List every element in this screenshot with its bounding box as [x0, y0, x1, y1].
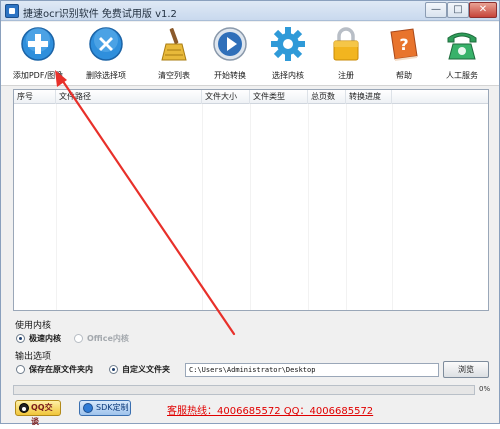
column-header-path[interactable]: 文件路径 [56, 90, 202, 104]
column-header-pages[interactable]: 总页数 [308, 90, 346, 104]
custom-folder-label[interactable]: 自定义文件夹 [122, 364, 170, 375]
qq-icon [19, 403, 29, 413]
tool-label: 添加PDF/图像 [12, 71, 64, 80]
human-service-button[interactable]: 人工服务 [431, 22, 493, 86]
browse-button[interactable]: 浏览 [443, 361, 489, 378]
add-pdf-image-button[interactable]: 添加PDF/图像 [7, 22, 69, 86]
column-header-type[interactable]: 文件类型 [250, 90, 308, 104]
qq-chat-label: QQ交谈 [31, 403, 53, 426]
service-hotline-link[interactable]: 客服热线：4006685572 QQ：4006685572 [167, 402, 373, 417]
select-kernel-button[interactable]: 选择内核 [257, 22, 319, 86]
tool-label: 选择内核 [272, 71, 304, 80]
column-divider [56, 104, 57, 310]
help-book-icon: ? [390, 28, 418, 61]
register-button[interactable]: 注册 [315, 22, 377, 86]
delete-icon [89, 27, 123, 61]
custom-folder-radio[interactable] [109, 365, 118, 374]
broom-icon [161, 28, 187, 61]
kernel-section-label: 使用内核 [15, 321, 52, 331]
kernel-fast-label[interactable]: 极速内核 [29, 333, 61, 344]
phone-icon [447, 32, 477, 60]
output-path-field[interactable]: C:\Users\Administrator\Desktop [185, 363, 439, 377]
maximize-button[interactable]: □ [447, 2, 469, 18]
tool-label: 人工服务 [446, 71, 478, 80]
delete-selected-button[interactable]: 删除选择项 [75, 22, 137, 86]
gear-icon [271, 27, 305, 61]
column-divider [392, 104, 393, 310]
sdk-icon [83, 403, 93, 413]
app-window: 捷速ocr识别软件 免费试用版 v1.2 — □ ✕ 添加PDF/图像 删除选择… [0, 0, 500, 426]
qq-chat-button[interactable]: QQ交谈 [15, 400, 61, 426]
tool-label: 注册 [338, 71, 354, 80]
close-button[interactable]: ✕ [469, 2, 497, 18]
column-divider [250, 104, 251, 310]
help-button[interactable]: ? 帮助 [373, 22, 435, 86]
add-icon [21, 27, 55, 61]
save-original-folder-radio[interactable] [16, 365, 25, 374]
lock-icon [333, 27, 359, 61]
kernel-office-label: Office内核 [87, 334, 129, 343]
play-icon [213, 27, 247, 61]
title-bar[interactable]: 捷速ocr识别软件 免费试用版 v1.2 — □ ✕ [1, 1, 499, 21]
clear-list-button[interactable]: 清空列表 [143, 22, 205, 86]
file-list-table[interactable]: 序号 文件路径 文件大小 文件类型 总页数 转换进度 [13, 89, 489, 311]
svg-text:?: ? [399, 35, 408, 54]
kernel-fast-radio[interactable] [16, 334, 25, 343]
tool-label: 清空列表 [158, 71, 190, 80]
start-convert-button[interactable]: 开始转换 [199, 22, 261, 86]
column-divider [346, 104, 347, 310]
conversion-progress-bar [13, 385, 475, 395]
window-title: 捷速ocr识别软件 免费试用版 v1.2 [23, 9, 177, 20]
table-header: 序号 文件路径 文件大小 文件类型 总页数 转换进度 [14, 90, 488, 104]
sdk-custom-button[interactable]: SDK定制 [79, 400, 131, 416]
kernel-office-radio [74, 334, 83, 343]
output-section-label: 输出选项 [15, 352, 52, 362]
save-original-folder-label[interactable]: 保存在原文件夹内 [29, 364, 93, 375]
app-logo-icon [5, 4, 19, 18]
column-header-size[interactable]: 文件大小 [202, 90, 250, 104]
column-header-index[interactable]: 序号 [14, 90, 56, 104]
toolbar: 添加PDF/图像 删除选择项 清空列表 开始转换 选择内核 注册 ? 帮助 人工… [1, 22, 499, 86]
tool-label: 帮助 [396, 71, 412, 80]
tool-label: 开始转换 [214, 71, 246, 80]
minimize-button[interactable]: — [425, 2, 447, 18]
tool-label: 删除选择项 [86, 71, 126, 80]
column-divider [202, 104, 203, 310]
progress-percent: 0% [479, 385, 491, 393]
sdk-custom-label: SDK定制 [96, 403, 129, 412]
column-divider [308, 104, 309, 310]
column-header-progress[interactable]: 转换进度 [346, 90, 392, 104]
